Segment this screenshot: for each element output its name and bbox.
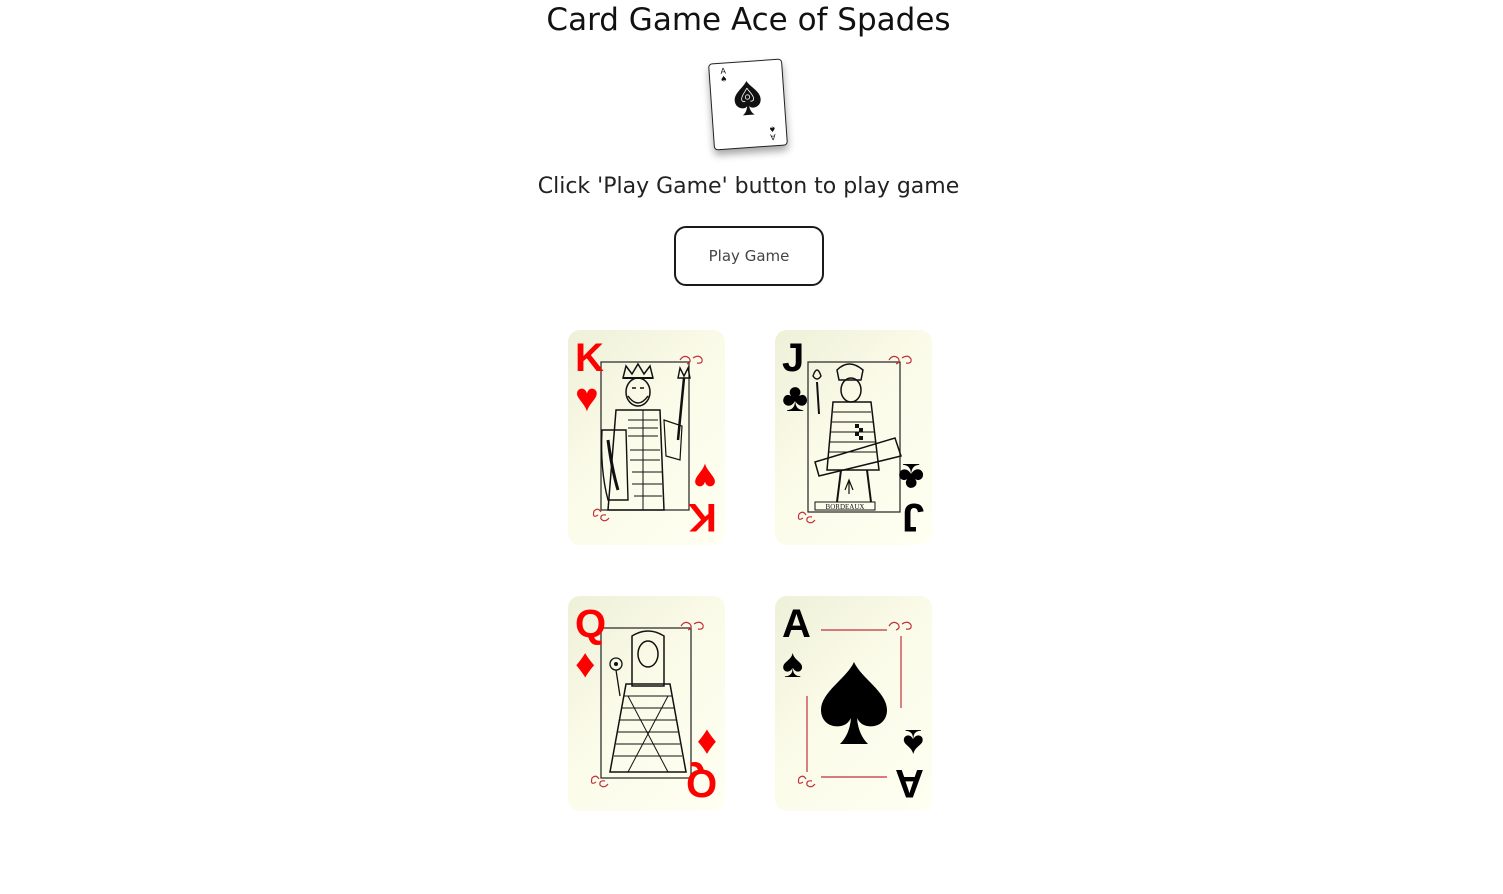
card-index-top: J ♣ (782, 338, 808, 418)
card-index-top: K ♥ (575, 338, 604, 418)
club-icon: ♣ (897, 455, 924, 499)
ace-of-spades-logo: A ♠ A ♠ (708, 58, 788, 151)
heart-icon: ♥ (575, 376, 599, 420)
card-index-top: Q ♦ (575, 604, 606, 684)
card-rank-bottom: J (901, 495, 924, 539)
card-queen-of-diamonds[interactable]: Q ♦ Q ♦ (568, 596, 725, 811)
card-rank-bottom: A (895, 761, 924, 805)
spade-icon: ♠ (902, 721, 924, 765)
logo-corner-top: A ♠ (719, 66, 728, 84)
card-rank-top: K (575, 336, 604, 380)
logo-corner-bottom: A ♠ (768, 124, 777, 142)
page-title: Card Game Ace of Spades (546, 2, 951, 38)
card-ace-of-spades[interactable]: A ♠ A ♠ (775, 596, 932, 811)
card-rank-top: A (782, 602, 811, 646)
card-index-bottom: A ♠ (895, 721, 924, 805)
diamond-icon: ♦ (575, 642, 596, 686)
card-index-top: A ♠ (782, 604, 811, 684)
card-rank-bottom: K (688, 495, 717, 539)
card-index-bottom: K ♥ (688, 455, 717, 539)
card-index-bottom: Q ♦ (685, 721, 717, 805)
diamond-icon: ♦ (696, 721, 717, 765)
card-rank-top: Q (575, 602, 607, 646)
spade-icon: ♠ (782, 642, 804, 686)
card-rank-top: J (782, 336, 805, 380)
svg-text:BORDEAUX: BORDEAUX (826, 503, 865, 511)
play-game-button[interactable]: Play Game (674, 226, 824, 286)
instruction-text: Click 'Play Game' button to play game (537, 174, 960, 199)
card-jack-of-clubs[interactable]: BORDEAUX J ♣ J ♣ (775, 330, 932, 545)
club-icon: ♣ (782, 376, 809, 420)
card-king-of-hearts[interactable]: K ♥ K ♥ (568, 330, 725, 545)
card-index-bottom: J ♣ (897, 455, 924, 539)
heart-icon: ♥ (693, 455, 717, 499)
spade-icon (734, 81, 761, 116)
card-rank-bottom: Q (685, 761, 717, 805)
game-page: Card Game Ace of Spades A ♠ A ♠ Click 'Pla… (0, 0, 1503, 894)
logo-rank: A (720, 66, 727, 76)
